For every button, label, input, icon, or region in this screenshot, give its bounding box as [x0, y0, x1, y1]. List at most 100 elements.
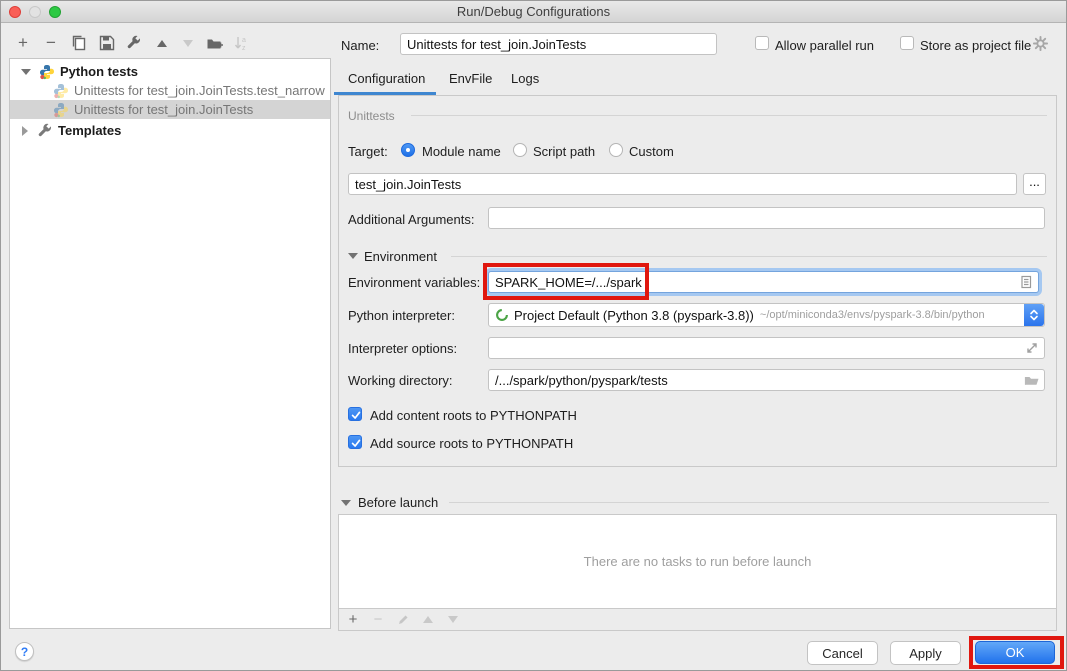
save-icon	[99, 35, 115, 51]
title-bar: Run/Debug Configurations	[1, 1, 1066, 23]
name-input[interactable]: Unittests for test_join.JoinTests	[400, 33, 717, 55]
target-value: test_join.JoinTests	[355, 177, 461, 192]
python-test-config-icon	[53, 102, 69, 118]
run-debug-configurations-dialog: Run/Debug Configurations + − a z	[0, 0, 1067, 671]
chevron-up-down-icon	[1029, 308, 1039, 322]
environment-collapse-icon[interactable]	[348, 253, 358, 259]
ok-button[interactable]: OK	[975, 641, 1055, 664]
create-folder-button[interactable]	[204, 33, 224, 53]
cancel-button[interactable]: Cancel	[807, 641, 878, 665]
python-tests-icon	[39, 64, 55, 80]
before-launch-title[interactable]: Before launch	[358, 495, 438, 510]
add-task-button[interactable]: +	[345, 612, 361, 628]
allow-parallel-run-checkbox[interactable]	[755, 36, 769, 50]
working-directory-label: Working directory:	[348, 373, 453, 388]
interpreter-options-input[interactable]	[488, 337, 1045, 359]
configurations-tree: Python tests Unittests for test_join.Joi…	[9, 58, 331, 629]
target-input[interactable]: test_join.JoinTests	[348, 173, 1017, 195]
window-title: Run/Debug Configurations	[1, 1, 1066, 22]
new-folder-icon	[206, 35, 223, 51]
python-interpreter-label: Python interpreter:	[348, 308, 455, 323]
edit-task-button[interactable]	[395, 612, 411, 628]
copy-configuration-button[interactable]	[69, 33, 89, 53]
remove-task-button[interactable]: −	[370, 612, 386, 628]
radio-custom[interactable]	[609, 143, 623, 157]
tab-configuration[interactable]: Configuration	[348, 71, 425, 86]
edit-variables-icon[interactable]	[1018, 274, 1034, 290]
tree-item-python-tests[interactable]: Python tests	[10, 62, 330, 81]
before-launch-collapse-icon[interactable]	[341, 500, 351, 506]
browse-target-button[interactable]: ...	[1023, 173, 1046, 195]
help-button[interactable]: ?	[15, 642, 34, 661]
interpreter-dropdown-button[interactable]	[1024, 304, 1044, 326]
check-icon	[350, 409, 362, 421]
question-mark-icon: ?	[21, 645, 28, 659]
working-directory-input[interactable]: /.../spark/python/pyspark/tests	[488, 369, 1045, 391]
radio-module-name[interactable]	[401, 143, 415, 157]
add-source-roots-checkbox[interactable]	[348, 435, 362, 449]
pencil-icon	[397, 613, 410, 626]
before-launch-toolbar: + −	[339, 609, 1056, 630]
radio-custom-label[interactable]: Custom	[629, 144, 674, 159]
python-interpreter-select[interactable]: Project Default (Python 3.8 (pyspark-3.8…	[488, 303, 1045, 327]
edit-templates-button[interactable]	[124, 33, 144, 53]
move-task-down-button[interactable]	[445, 612, 461, 628]
additional-arguments-input[interactable]	[488, 207, 1045, 229]
store-as-project-file-label[interactable]: Store as project file	[920, 38, 1031, 53]
environment-variables-label: Environment variables:	[348, 275, 480, 290]
allow-parallel-run-label[interactable]: Allow parallel run	[775, 38, 874, 53]
arrow-up-icon	[423, 616, 433, 623]
arrow-down-icon	[448, 616, 458, 623]
close-window-button[interactable]	[9, 6, 21, 18]
apply-button-label: Apply	[909, 646, 942, 661]
interpreter-options-label: Interpreter options:	[348, 341, 457, 356]
python-interpreter-path: ~/opt/miniconda3/envs/pyspark-3.8/bin/py…	[760, 309, 985, 321]
zoom-window-button[interactable]	[49, 6, 61, 18]
before-launch-separator-line	[449, 502, 1049, 503]
sort-alphabetically-icon: a z	[233, 35, 249, 51]
svg-text:z: z	[242, 45, 246, 51]
remove-configuration-button[interactable]: −	[41, 33, 61, 53]
tab-logs[interactable]: Logs	[511, 71, 539, 86]
environment-section-title[interactable]: Environment	[364, 249, 437, 264]
tab-envfile[interactable]: EnvFile	[449, 71, 492, 86]
additional-arguments-label: Additional Arguments:	[348, 212, 474, 227]
arrow-down-icon	[183, 40, 193, 47]
move-down-button[interactable]	[178, 33, 198, 53]
disclosure-open-icon[interactable]	[21, 69, 31, 75]
move-up-button[interactable]	[152, 33, 172, 53]
expand-field-icon[interactable]	[1024, 340, 1040, 356]
tree-item-unittests-test-narrow[interactable]: Unittests for test_join.JoinTests.test_n…	[10, 81, 330, 100]
tree-item-label: Unittests for test_join.JoinTests.test_n…	[74, 83, 325, 98]
before-launch-task-list[interactable]: There are no tasks to run before launch	[339, 515, 1056, 609]
before-launch-empty-text: There are no tasks to run before launch	[584, 554, 812, 569]
store-settings-gear-icon[interactable]	[1032, 35, 1049, 52]
tree-item-unittests-jointests-selected[interactable]: Unittests for test_join.JoinTests	[10, 100, 330, 119]
minimize-window-button[interactable]	[29, 6, 41, 18]
radio-script-path[interactable]	[513, 143, 527, 157]
apply-button[interactable]: Apply	[890, 641, 961, 665]
browse-folder-icon[interactable]	[1024, 372, 1040, 388]
disclosure-closed-icon[interactable]	[22, 126, 28, 136]
target-label: Target:	[348, 144, 388, 159]
add-content-roots-checkbox[interactable]	[348, 407, 362, 421]
radio-script-path-label[interactable]: Script path	[533, 144, 595, 159]
add-configuration-button[interactable]: +	[13, 33, 33, 53]
conda-environment-icon	[495, 308, 509, 322]
copy-icon	[71, 35, 87, 51]
check-icon	[350, 437, 362, 449]
group-separator-line	[411, 115, 1047, 116]
save-configuration-button[interactable]	[97, 33, 117, 53]
python-test-config-icon	[53, 83, 69, 99]
add-source-roots-label[interactable]: Add source roots to PYTHONPATH	[370, 436, 573, 451]
python-interpreter-value: Project Default (Python 3.8 (pyspark-3.8…	[514, 308, 754, 323]
store-as-project-file-checkbox[interactable]	[900, 36, 914, 50]
tree-item-label: Templates	[58, 123, 121, 138]
sort-configurations-button[interactable]: a z	[231, 33, 251, 53]
move-task-up-button[interactable]	[420, 612, 436, 628]
radio-module-name-label[interactable]: Module name	[422, 144, 501, 159]
add-content-roots-label[interactable]: Add content roots to PYTHONPATH	[370, 408, 577, 423]
wrench-icon	[126, 35, 142, 51]
environment-variables-input[interactable]: SPARK_HOME=/.../spark	[488, 271, 1039, 293]
tree-item-templates[interactable]: Templates	[10, 121, 330, 140]
